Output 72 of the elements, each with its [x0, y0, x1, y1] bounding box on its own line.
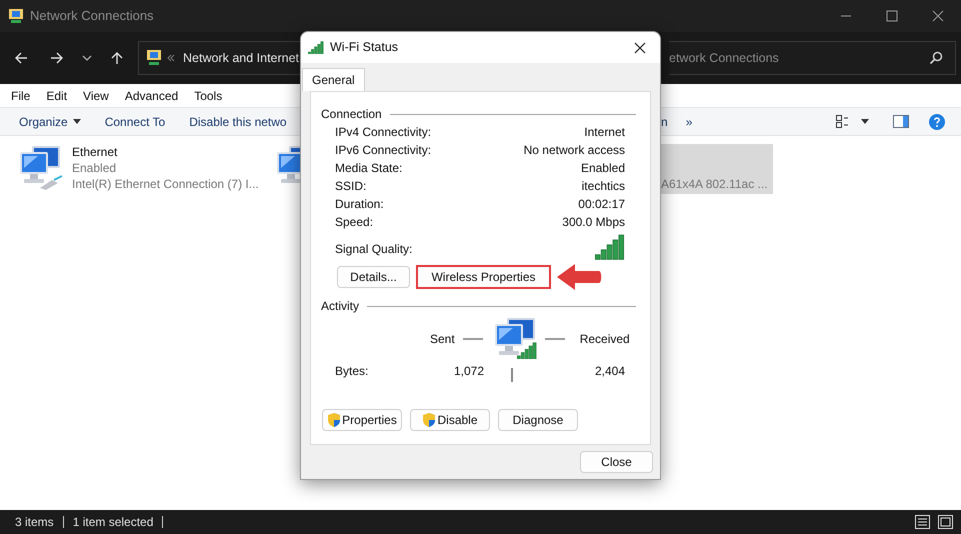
back-arrow-icon	[14, 51, 28, 65]
field-label: SSID:	[335, 178, 366, 195]
network-item[interactable]: Ethernet Enabled Intel(R) Ethernet Connection (7) I...	[18, 144, 263, 194]
field-value: Internet	[584, 124, 625, 141]
toolbar-button[interactable]: Disable this netwo	[189, 112, 287, 130]
field-label: IPv6 Connectivity:	[335, 142, 432, 159]
help-icon[interactable]	[929, 114, 945, 130]
group-title: Connection	[321, 106, 382, 123]
annotation-arrow	[555, 262, 603, 292]
toolbar-button[interactable]: »	[686, 112, 692, 130]
field-value: itechtics	[582, 178, 625, 195]
breadcrumb-item[interactable]: Network and Internet	[183, 48, 300, 68]
menu-item[interactable]: File	[11, 86, 30, 104]
details-view-icon[interactable]	[915, 515, 930, 529]
close-icon	[634, 42, 646, 54]
close-dialog-button[interactable]: Close	[580, 451, 653, 473]
field-label: Duration:	[335, 196, 384, 213]
chevrons-icon	[167, 54, 175, 62]
menu-item[interactable]: Advanced	[124, 86, 178, 104]
field-value: 00:02:17	[578, 196, 625, 213]
dialog-button[interactable]: Wireless Properties	[416, 265, 551, 289]
shield-icon	[422, 412, 436, 428]
forward-arrow-icon	[50, 51, 64, 65]
tab[interactable]: General	[302, 68, 365, 91]
toolbar-button[interactable]: Connect To	[104, 112, 166, 130]
group-title: Activity	[321, 298, 360, 315]
received-label: Received	[580, 331, 630, 348]
toolbar-button[interactable]: n	[661, 112, 668, 130]
search-icon	[929, 51, 943, 65]
wifi-signal-icon	[308, 40, 324, 54]
sent-label: Sent	[430, 331, 455, 348]
chevron-down-icon	[82, 53, 92, 63]
caret-icon[interactable]	[861, 119, 869, 124]
received-bytes: 2,404	[594, 363, 625, 380]
signal-bars-icon	[516, 342, 537, 359]
field-label: Speed:	[335, 214, 374, 231]
field-value: No network access	[524, 142, 625, 159]
shield-icon	[327, 412, 342, 428]
field-value: 300.0 Mbps	[562, 214, 625, 231]
dialog-button[interactable]: Diagnose	[498, 409, 578, 431]
menu-item[interactable]: View	[83, 86, 109, 104]
toolbar-button[interactable]: Organize	[19, 112, 81, 130]
maximize-icon	[886, 10, 898, 22]
view-options-icon[interactable]	[836, 115, 849, 128]
field-label: Media State:	[335, 160, 402, 177]
item-device: Intel(R) Ethernet Connection (7) I...	[72, 176, 259, 192]
menu-item[interactable]: Tools	[194, 86, 222, 104]
search-field[interactable]: etwork Connections	[669, 41, 956, 75]
window-title: Network Connections	[30, 7, 154, 26]
field-label: IPv4 Connectivity:	[335, 124, 432, 141]
dialog-button[interactable]: Details...	[337, 266, 410, 288]
dialog-button[interactable]: Properties	[322, 409, 402, 431]
cable-plug-icon	[38, 174, 64, 190]
field-label: Bytes:	[335, 363, 370, 380]
sent-bytes: 1,072	[452, 363, 484, 380]
field-label: Signal Quality:	[335, 240, 412, 258]
menu-item[interactable]: Edit	[46, 86, 68, 104]
network-folder-icon	[8, 8, 24, 24]
close-icon	[932, 10, 944, 22]
status-text: 1 item selected	[72, 514, 154, 531]
field-value: Enabled	[580, 160, 625, 177]
large-icons-view-icon[interactable]	[938, 515, 953, 529]
item-name: Ethernet	[72, 144, 118, 160]
item-status: Enabled	[72, 160, 118, 176]
preview-pane-icon[interactable]	[893, 115, 909, 128]
caret-icon	[72, 119, 81, 124]
up-arrow-icon	[110, 51, 124, 65]
status-text: 3 items	[15, 514, 54, 531]
dialog-button[interactable]: Disable	[410, 409, 490, 431]
dialog-title: Wi-Fi Status	[330, 39, 398, 56]
network-folder-icon	[146, 49, 162, 67]
signal-quality-icon	[595, 234, 625, 260]
